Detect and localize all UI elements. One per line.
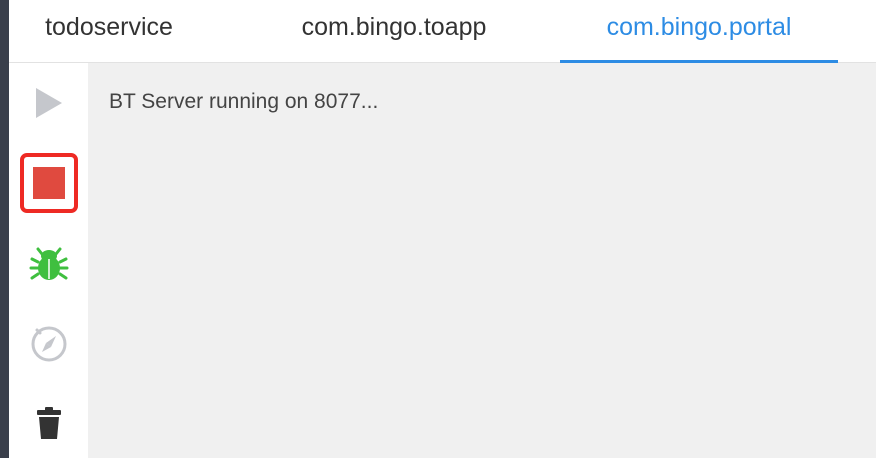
clear-console-button[interactable]	[9, 388, 88, 458]
tab-todoservice[interactable]: todoservice	[9, 0, 209, 60]
left-edge-bar	[0, 0, 9, 458]
compass-icon	[31, 326, 66, 362]
stop-button[interactable]	[9, 148, 88, 218]
play-icon	[35, 88, 62, 118]
tab-bar: todoservice com.bingo.toapp com.bingo.po…	[9, 0, 876, 63]
console-output: BT Server running on 8077...	[88, 63, 876, 458]
tab-com-bingo-toapp[interactable]: com.bingo.toapp	[259, 0, 529, 60]
stop-selection-highlight	[19, 153, 78, 213]
debug-button[interactable]	[9, 229, 88, 299]
bug-icon	[29, 247, 68, 280]
side-toolbar	[9, 63, 88, 458]
stop-icon	[32, 167, 65, 199]
console-line: BT Server running on 8077...	[109, 90, 379, 113]
tab-com-bingo-portal[interactable]: com.bingo.portal	[560, 0, 838, 63]
app-window: todoservice com.bingo.toapp com.bingo.po…	[0, 0, 876, 458]
inspect-button[interactable]	[9, 308, 88, 378]
trash-icon	[36, 407, 61, 439]
run-button[interactable]	[9, 68, 88, 138]
